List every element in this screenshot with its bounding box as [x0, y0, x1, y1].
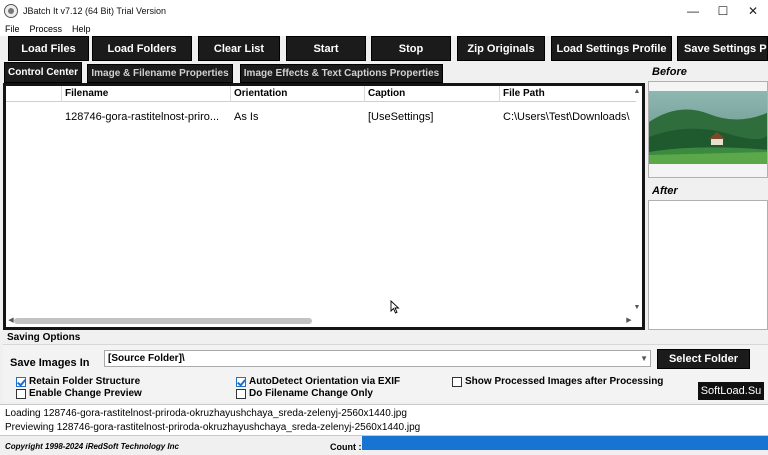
- retain-folder-structure-checkbox[interactable]: Retain Folder Structure: [16, 376, 140, 387]
- column-header-filename[interactable]: Filename: [62, 86, 231, 102]
- window-title: JBatch It v7.12 (64 Bit) Trial Version: [23, 6, 167, 16]
- autodetect-orientation-label: AutoDetect Orientation via EXIF: [249, 376, 401, 387]
- filename-change-only-label: Do Filename Change Only: [249, 388, 373, 399]
- row-cell-caption: [UseSettings]: [368, 111, 434, 123]
- filename-change-only-checkbox[interactable]: Do Filename Change Only: [236, 388, 373, 399]
- before-preview-image: [649, 82, 767, 177]
- after-preview: [648, 200, 768, 330]
- tab-control-center[interactable]: Control Center: [4, 62, 82, 83]
- scroll-right-icon[interactable]: ▶: [624, 316, 634, 324]
- column-header-blank[interactable]: [6, 86, 62, 102]
- save-images-in-label: Save Images In: [10, 357, 90, 369]
- enable-change-preview-label: Enable Change Preview: [29, 388, 142, 399]
- row-cell-file-path: C:\Users\Test\Downloads\: [503, 111, 630, 123]
- save-folder-select[interactable]: [Source Folder]\ ▼: [104, 350, 651, 367]
- log-line: Previewing 128746-gora-rastitelnost-prir…: [5, 422, 421, 433]
- show-processed-images-label: Show Processed Images after Processing: [465, 376, 664, 387]
- row-cell-blank: [6, 108, 62, 126]
- checkbox-icon[interactable]: [236, 388, 246, 399]
- app-icon: [4, 4, 18, 18]
- checkbox-icon[interactable]: [16, 388, 26, 399]
- minimize-icon[interactable]: —: [678, 0, 708, 22]
- count-label: Count :: [330, 442, 362, 452]
- horizontal-scroll-thumb[interactable]: [14, 318, 312, 324]
- horizontal-scrollbar[interactable]: ◀ ▶: [6, 315, 636, 327]
- title-bar: JBatch It v7.12 (64 Bit) Trial Version —…: [0, 0, 768, 22]
- table-row[interactable]: 128746-gora-rastitelnost-priro... As Is …: [6, 108, 636, 126]
- row-cell-orientation: As Is: [234, 111, 259, 123]
- before-preview: [648, 81, 768, 178]
- zip-originals-button[interactable]: Zip Originals: [457, 36, 545, 61]
- menu-process[interactable]: Process: [25, 24, 68, 34]
- scroll-up-icon[interactable]: ▲: [632, 88, 642, 95]
- log-line: Loading 128746-gora-rastitelnost-priroda…: [5, 408, 407, 419]
- log-panel[interactable]: Loading 128746-gora-rastitelnost-priroda…: [0, 404, 768, 436]
- scroll-down-icon[interactable]: ▼: [632, 304, 642, 311]
- show-processed-images-checkbox[interactable]: Show Processed Images after Processing: [452, 376, 663, 387]
- menu-bar: File Process Help: [0, 22, 768, 36]
- checkbox-checked-icon[interactable]: [16, 376, 26, 387]
- column-header-caption[interactable]: Caption: [365, 86, 500, 102]
- progress-bar: [362, 436, 768, 450]
- checkbox-icon[interactable]: [452, 376, 462, 387]
- tab-image-filename-properties[interactable]: Image & Filename Properties: [87, 64, 233, 83]
- column-header-file-path[interactable]: File Path: [500, 86, 636, 102]
- load-files-button[interactable]: Load Files: [8, 36, 89, 61]
- before-label: Before: [652, 66, 687, 78]
- checkbox-checked-icon[interactable]: [236, 376, 246, 387]
- select-folder-button[interactable]: Select Folder: [657, 349, 750, 369]
- save-folder-value: [Source Folder]\: [108, 353, 185, 364]
- progress-bar-fill: [362, 436, 768, 450]
- autodetect-orientation-checkbox[interactable]: AutoDetect Orientation via EXIF: [236, 376, 400, 387]
- start-button[interactable]: Start: [286, 36, 366, 61]
- save-settings-profile-button[interactable]: Save Settings Pr: [677, 36, 768, 61]
- saving-options-label: Saving Options: [7, 332, 81, 343]
- clear-list-button[interactable]: Clear List: [198, 36, 280, 61]
- close-icon[interactable]: ✕: [738, 0, 768, 22]
- chevron-down-icon[interactable]: ▼: [640, 351, 648, 366]
- column-header-orientation[interactable]: Orientation: [231, 86, 365, 102]
- file-list[interactable]: Filename Orientation Caption File Path 1…: [3, 83, 645, 330]
- stop-button[interactable]: Stop: [371, 36, 451, 61]
- menu-file[interactable]: File: [0, 24, 25, 34]
- menu-help[interactable]: Help: [67, 24, 96, 34]
- copyright-text: Copyright 1998-2024 iRedSoft Technology …: [5, 442, 179, 451]
- toolbar: Load Files Load Folders Clear List Start…: [0, 36, 768, 62]
- mouse-pointer-icon: [390, 300, 400, 314]
- maximize-icon[interactable]: ☐: [708, 0, 738, 22]
- enable-change-preview-checkbox[interactable]: Enable Change Preview: [16, 388, 142, 399]
- retain-folder-structure-label: Retain Folder Structure: [29, 376, 141, 387]
- load-settings-profile-button[interactable]: Load Settings Profile: [551, 36, 672, 61]
- file-list-header: Filename Orientation Caption File Path: [6, 86, 636, 102]
- after-label: After: [652, 185, 678, 197]
- window-controls: — ☐ ✕: [678, 0, 768, 22]
- row-cell-filename: 128746-gora-rastitelnost-priro...: [65, 111, 220, 123]
- vertical-scrollbar[interactable]: ▲ ▼: [632, 86, 642, 314]
- tab-image-effects-captions[interactable]: Image Effects & Text Captions Properties: [240, 64, 443, 83]
- watermark-badge: SoftLoad.Su: [698, 382, 764, 400]
- load-folders-button[interactable]: Load Folders: [92, 36, 192, 61]
